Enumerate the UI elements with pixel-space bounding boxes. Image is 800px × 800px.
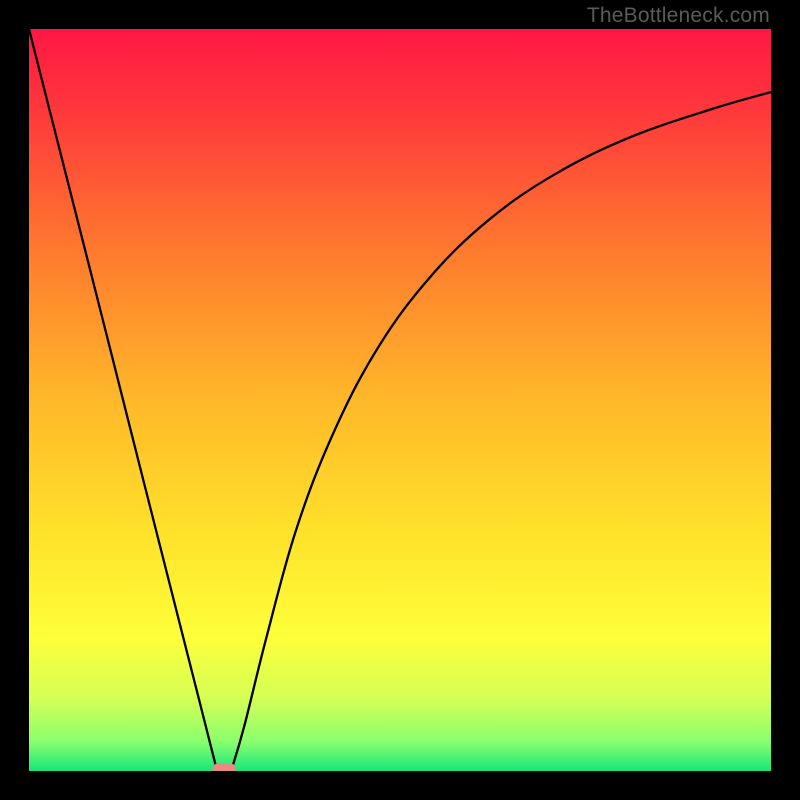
chart-svg xyxy=(29,29,771,771)
gradient-background xyxy=(29,29,771,771)
attribution-text: TheBottleneck.com xyxy=(587,4,770,28)
minimum-marker xyxy=(212,764,236,771)
plot-area xyxy=(29,29,771,771)
chart-frame: TheBottleneck.com xyxy=(0,0,800,800)
